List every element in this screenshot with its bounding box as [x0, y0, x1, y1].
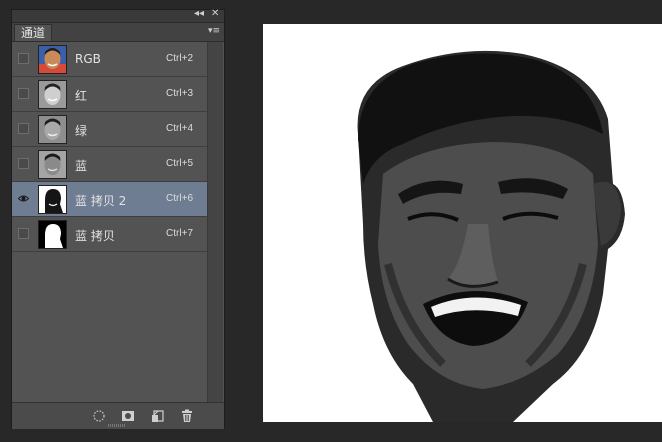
- channel-name: 红: [75, 89, 88, 103]
- visibility-toggle[interactable]: [18, 158, 29, 169]
- channel-name: 绿: [75, 124, 88, 138]
- channel-shortcut: Ctrl+6: [166, 193, 193, 204]
- save-selection-icon[interactable]: [121, 409, 135, 423]
- channel-row-blue-copy-2[interactable]: 蓝 拷贝 2 Ctrl+6: [12, 182, 207, 217]
- channel-row-red[interactable]: 红 Ctrl+3: [12, 77, 207, 112]
- delete-channel-icon[interactable]: [180, 409, 194, 423]
- load-selection-icon[interactable]: [92, 409, 106, 423]
- panel-footer: [12, 402, 224, 429]
- channel-list: RGB Ctrl+2 红 Ctrl+3 绿 Ctrl+4 蓝 Ctrl+5 蓝 …: [12, 42, 207, 402]
- channel-thumbnail: [38, 45, 67, 74]
- channel-shortcut: Ctrl+7: [166, 228, 193, 239]
- channel-shortcut: Ctrl+4: [166, 123, 193, 134]
- visibility-toggle[interactable]: [18, 193, 29, 204]
- panel-titlebar: ◂◂ ✕: [12, 8, 224, 23]
- new-channel-icon[interactable]: [151, 409, 165, 423]
- channel-name: RGB: [75, 52, 101, 66]
- tab-channels[interactable]: 通道: [14, 24, 53, 41]
- channels-panel: ◂◂ ✕ 通道 ▾≡ RGB Ctrl+2 红 Ctrl+3 绿 Ctrl+4 …: [12, 8, 224, 429]
- channel-thumbnail: [38, 80, 67, 109]
- eye-icon: [18, 195, 29, 202]
- channel-name: 蓝 拷贝: [75, 229, 115, 243]
- channel-shortcut: Ctrl+2: [166, 53, 193, 64]
- channel-row-blue[interactable]: 蓝 Ctrl+5: [12, 147, 207, 182]
- channel-thumbnail: [38, 185, 67, 214]
- collapse-panel-icon[interactable]: ◂◂: [194, 8, 204, 19]
- visibility-toggle[interactable]: [18, 88, 29, 99]
- close-panel-icon[interactable]: ✕: [211, 8, 219, 19]
- visibility-toggle[interactable]: [18, 228, 29, 239]
- channel-thumbnail: [38, 115, 67, 144]
- visibility-toggle[interactable]: [18, 53, 29, 64]
- channel-row-blue-copy[interactable]: 蓝 拷贝 Ctrl+7: [12, 217, 207, 252]
- channel-thumbnail: [38, 220, 67, 249]
- resize-grip[interactable]: [108, 424, 126, 427]
- panel-menu-icon[interactable]: ▾≡: [206, 25, 220, 37]
- channel-row-green[interactable]: 绿 Ctrl+4: [12, 112, 207, 147]
- channel-shortcut: Ctrl+3: [166, 88, 193, 99]
- channel-row-rgb[interactable]: RGB Ctrl+2: [12, 42, 207, 77]
- channel-shortcut: Ctrl+5: [166, 158, 193, 169]
- document-canvas[interactable]: [263, 24, 662, 422]
- face-image: [263, 24, 662, 422]
- channel-list-scrollbar[interactable]: [207, 42, 223, 402]
- channel-name: 蓝 拷贝 2: [75, 194, 127, 208]
- panel-tab-row: 通道 ▾≡: [12, 23, 224, 42]
- visibility-toggle[interactable]: [18, 123, 29, 134]
- channel-thumbnail: [38, 150, 67, 179]
- channel-name: 蓝: [75, 159, 88, 173]
